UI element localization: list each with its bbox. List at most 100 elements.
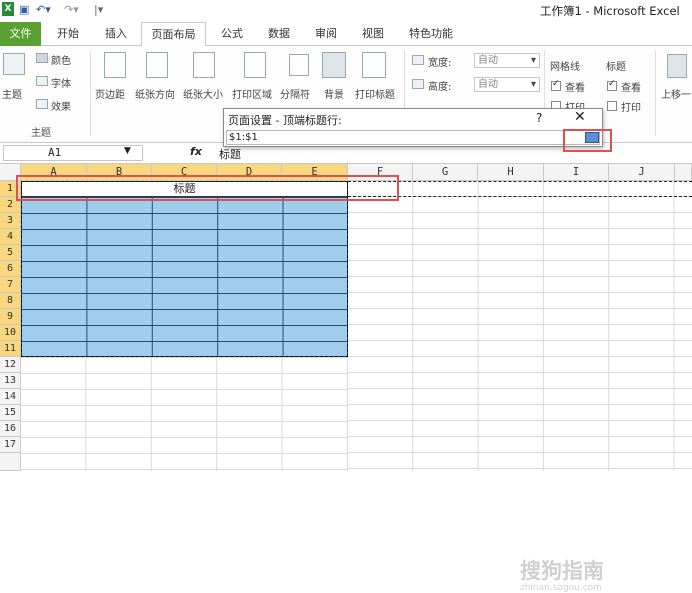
print-title-row-line	[348, 196, 692, 197]
ribbon-tabs: 文件 开始 插入 页面布局 公式 数据 审阅 视图 特色功能	[0, 22, 692, 47]
row-header[interactable]: 10	[0, 325, 21, 341]
chevron-down-icon[interactable]: ▼	[124, 146, 131, 156]
breaks-icon	[289, 54, 309, 76]
title-bar: X ▣ ↶▾ ↷▾ |▾ 工作簿1 - Microsoft Excel	[0, 0, 692, 22]
row-header[interactable]: 7	[0, 277, 21, 293]
margins-button[interactable]: 页边距	[95, 86, 125, 101]
colors-icon	[36, 53, 48, 63]
gridlines-view-checkbox[interactable]: ✓	[551, 79, 561, 91]
row-header[interactable]: 14	[0, 389, 21, 405]
width-icon	[412, 55, 424, 65]
name-box[interactable]: A1	[3, 145, 143, 161]
row-header[interactable]: 13	[0, 373, 21, 389]
page-setup-dialog: 页面设置 - 顶端标题行: ? ✕ $1:$1	[223, 108, 603, 147]
highlight-row1-box	[16, 175, 399, 201]
effects-button[interactable]: 效果	[51, 98, 71, 113]
background-icon	[322, 52, 346, 78]
row-header[interactable]: 6	[0, 261, 21, 277]
fonts-button[interactable]: 字体	[51, 75, 71, 90]
tab-file[interactable]: 文件	[0, 22, 41, 46]
print-area-icon	[244, 52, 266, 78]
colors-button[interactable]: 颜色	[51, 52, 71, 67]
group-separator	[655, 50, 656, 136]
themes-button[interactable]: 主题	[2, 86, 22, 101]
bring-forward-icon	[667, 54, 687, 78]
row-header[interactable]: 17	[0, 437, 21, 453]
group-separator	[90, 50, 91, 136]
close-icon[interactable]: ✕	[574, 109, 586, 125]
tab-features[interactable]: 特色功能	[400, 22, 462, 46]
copy-selection-border	[21, 181, 348, 357]
orientation-icon	[146, 52, 168, 78]
row-header[interactable]: 15	[0, 405, 21, 421]
column-header[interactable]	[675, 164, 692, 181]
column-header[interactable]: G	[413, 164, 478, 181]
headings-view-label: 查看	[621, 83, 641, 94]
chevron-down-icon: ▾	[530, 79, 536, 90]
save-icon[interactable]: ▣	[19, 3, 29, 16]
height-combo[interactable]: 自动 ▾	[474, 77, 540, 92]
help-icon[interactable]: ?	[536, 111, 542, 125]
empty-cells[interactable]	[21, 357, 348, 471]
row-header[interactable]: 16	[0, 421, 21, 437]
window-title: 工作簿1 - Microsoft Excel	[540, 4, 680, 18]
margins-icon	[104, 52, 126, 78]
row-header[interactable]: 9	[0, 309, 21, 325]
row-header[interactable]: 11	[0, 341, 21, 357]
column-header[interactable]: J	[609, 164, 675, 181]
column-header[interactable]: I	[544, 164, 609, 181]
size-button[interactable]: 纸张大小	[183, 86, 223, 101]
spreadsheet-grid[interactable]: A B C D E F G H I J 1 2 3 4 5 6 7 8 9 10…	[0, 164, 692, 593]
gridlines-view-label: 查看	[565, 83, 585, 94]
print-area-button[interactable]: 打印区域	[232, 86, 272, 101]
orientation-button[interactable]: 纸张方向	[135, 86, 175, 101]
height-icon	[412, 79, 424, 89]
row-header[interactable]: 3	[0, 213, 21, 229]
background-button[interactable]: 背景	[324, 86, 344, 101]
column-header[interactable]: H	[478, 164, 544, 181]
height-label: 高度:	[428, 82, 452, 93]
print-title-row-line	[348, 181, 692, 182]
empty-cells[interactable]	[348, 181, 692, 471]
headings-label: 标题	[606, 62, 626, 73]
tab-view[interactable]: 视图	[353, 22, 393, 46]
highlight-expand-button-box	[563, 129, 612, 152]
row-header[interactable]: 8	[0, 293, 21, 309]
tab-home[interactable]: 开始	[48, 22, 88, 46]
watermark-url: zhinan.sogou.com	[520, 583, 602, 593]
watermark-brand: 搜狗指南	[520, 559, 604, 583]
chevron-down-icon: ▾	[530, 55, 536, 66]
title-rows-input[interactable]: $1:$1	[226, 130, 600, 145]
themes-icon[interactable]	[3, 53, 25, 75]
width-combo[interactable]: 自动 ▾	[474, 53, 540, 68]
print-titles-icon	[362, 52, 386, 78]
excel-logo-icon: X	[2, 2, 14, 16]
tab-formulas[interactable]: 公式	[212, 22, 252, 46]
row-header[interactable]: 4	[0, 229, 21, 245]
formula-value[interactable]: 标题	[219, 146, 241, 162]
gridlines-label: 网格线	[550, 62, 580, 73]
dialog-title: 页面设置 - 顶端标题行:	[228, 114, 342, 127]
fonts-icon	[36, 76, 48, 86]
tab-insert[interactable]: 插入	[96, 22, 136, 46]
breaks-button[interactable]: 分隔符	[280, 86, 310, 101]
themes-group-label: 主题	[31, 128, 51, 139]
redo-icon[interactable]: ↷▾	[64, 3, 79, 16]
effects-icon	[36, 99, 48, 109]
insert-function-icon[interactable]: fx	[190, 145, 202, 158]
row-header[interactable]	[0, 453, 21, 471]
bring-forward-button[interactable]: 上移一	[661, 86, 691, 101]
headings-print-label: 打印	[621, 103, 641, 114]
headings-print-checkbox[interactable]	[607, 101, 617, 111]
undo-icon[interactable]: ↶▾	[36, 3, 51, 16]
width-label: 宽度:	[428, 58, 452, 69]
headings-view-checkbox[interactable]: ✓	[607, 79, 617, 91]
row-header[interactable]: 5	[0, 245, 21, 261]
size-icon	[193, 52, 215, 78]
tab-page-layout[interactable]: 页面布局	[141, 22, 206, 47]
customize-qat-icon[interactable]: |▾	[94, 3, 103, 16]
row-header[interactable]: 12	[0, 357, 21, 373]
tab-data[interactable]: 数据	[259, 22, 299, 46]
tab-review[interactable]: 审阅	[306, 22, 346, 46]
print-titles-button[interactable]: 打印标题	[355, 86, 395, 101]
